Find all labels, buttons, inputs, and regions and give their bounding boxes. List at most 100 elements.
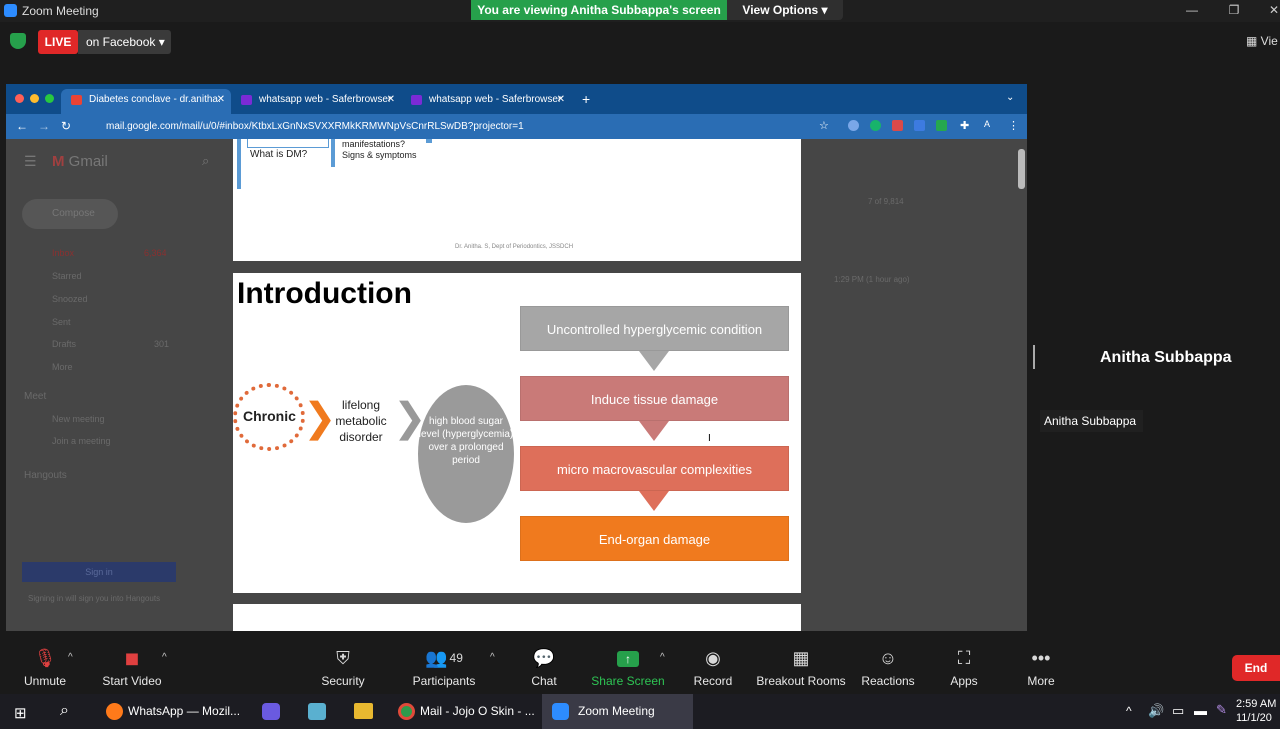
extension-icon[interactable] bbox=[936, 120, 947, 131]
record-button[interactable]: ◉ Record bbox=[668, 638, 758, 688]
audio-options-chevron-icon[interactable]: ^ bbox=[68, 652, 73, 663]
minimize-icon[interactable]: — bbox=[1172, 0, 1212, 20]
taskbar-label: Zoom Meeting bbox=[578, 704, 655, 718]
battery-icon[interactable]: ▬ bbox=[1194, 703, 1207, 718]
browser-tab[interactable]: whatsapp web - Saferbrowser ✕ bbox=[231, 89, 401, 114]
participants-button[interactable]: 👥 49 Participants bbox=[399, 638, 489, 688]
participants-options-chevron-icon[interactable]: ^ bbox=[490, 652, 495, 663]
taskbar-firefox[interactable]: WhatsApp — Mozil... bbox=[102, 694, 242, 729]
tab-search-chevron-icon[interactable]: ⌄ bbox=[1006, 92, 1014, 103]
reload-icon[interactable]: ↻ bbox=[61, 119, 71, 133]
new-tab-icon[interactable]: + bbox=[582, 91, 590, 107]
zoom-app-icon bbox=[4, 4, 17, 17]
live-platform-dropdown[interactable]: on Facebook ▾ bbox=[78, 30, 171, 54]
tab-label: Diabetes conclave - dr.anitha. bbox=[89, 94, 221, 105]
view-button[interactable]: ▦ Vie bbox=[1246, 34, 1278, 48]
extension-icon[interactable] bbox=[848, 120, 859, 131]
ellipsis-icon: ••• bbox=[1031, 648, 1051, 668]
share-screen-button[interactable]: ↑ Share Screen bbox=[583, 638, 673, 688]
security-button[interactable]: ⛨ Security bbox=[298, 638, 388, 688]
inbox-count: 6,364 bbox=[144, 248, 167, 258]
extension-icon[interactable] bbox=[914, 120, 925, 131]
search-icon[interactable]: ⌕ bbox=[202, 153, 209, 169]
compose-button[interactable]: Compose bbox=[22, 199, 118, 229]
nav-inbox[interactable]: Inbox bbox=[52, 248, 74, 258]
close-window-dot[interactable] bbox=[15, 94, 24, 103]
chat-bubble-icon: 💬 bbox=[532, 648, 556, 668]
video-options-chevron-icon[interactable]: ^ bbox=[162, 652, 167, 663]
view-options-button[interactable]: View Options ▾ bbox=[727, 0, 843, 20]
flow-step-4: End-organ damage bbox=[520, 516, 789, 561]
slide-next bbox=[233, 604, 801, 631]
grammarly-icon[interactable] bbox=[870, 120, 881, 131]
microphone-muted-icon: 🎙 bbox=[33, 648, 57, 668]
hamburger-icon[interactable]: ☰ bbox=[24, 153, 37, 170]
unmute-button[interactable]: 🎙 Unmute bbox=[0, 638, 90, 688]
tab-close-icon[interactable]: ✕ bbox=[387, 89, 395, 111]
file-explorer-icon[interactable] bbox=[354, 703, 373, 719]
live-badge[interactable]: LIVE bbox=[38, 30, 78, 54]
windows-start-icon[interactable]: ⊞ bbox=[14, 704, 27, 722]
browser-tab[interactable]: Diabetes conclave - dr.anitha. ✕ bbox=[61, 89, 231, 114]
tab-close-icon[interactable]: ✕ bbox=[557, 89, 565, 111]
clock-time: 2:59 AM bbox=[1236, 698, 1277, 710]
hangouts-signin-button[interactable]: Sign in bbox=[22, 562, 176, 582]
nav-drafts[interactable]: Drafts bbox=[52, 339, 76, 349]
flow-step-1: Uncontrolled hyperglycemic condition bbox=[520, 306, 789, 351]
shield-icon[interactable] bbox=[10, 33, 26, 49]
maximize-icon[interactable]: ❐ bbox=[1214, 0, 1254, 20]
taskbar-clock[interactable]: 2:59 AM 11/1/20 bbox=[1236, 697, 1280, 725]
profile-icon[interactable]: A bbox=[984, 119, 990, 129]
tab-close-icon[interactable]: ✕ bbox=[217, 89, 225, 111]
grid-icon: ▦ bbox=[1246, 34, 1261, 48]
zoom-icon bbox=[552, 703, 569, 720]
nav-more[interactable]: More bbox=[52, 362, 73, 372]
more-button[interactable]: ••• More bbox=[996, 638, 1086, 688]
scrollbar-thumb[interactable] bbox=[1018, 149, 1025, 189]
close-icon[interactable]: ✕ bbox=[1254, 0, 1280, 20]
nav-snoozed[interactable]: Snoozed bbox=[52, 294, 88, 304]
meet-header: Meet bbox=[24, 391, 47, 402]
kebab-menu-icon[interactable]: ⋮ bbox=[1008, 119, 1019, 132]
breakout-label: Breakout Rooms bbox=[756, 674, 846, 688]
gmail-logo: M Gmail bbox=[52, 153, 108, 170]
browser-tab[interactable]: whatsapp web - Saferbrowser ✕ bbox=[401, 89, 571, 114]
bookmark-star-icon[interactable]: ☆ bbox=[819, 119, 829, 132]
zoom-window-dot[interactable] bbox=[45, 94, 54, 103]
nav-starred[interactable]: Starred bbox=[52, 271, 82, 281]
pen-icon[interactable]: ✎ bbox=[1216, 702, 1227, 718]
tab-label: whatsapp web - Saferbrowser bbox=[259, 94, 392, 105]
new-meeting-link[interactable]: New meeting bbox=[52, 414, 105, 424]
extension-icon[interactable] bbox=[892, 120, 903, 131]
unmute-label: Unmute bbox=[23, 674, 67, 688]
nav-sent[interactable]: Sent bbox=[52, 317, 71, 327]
notes-app-icon[interactable] bbox=[308, 703, 326, 720]
url-field[interactable]: mail.google.com/mail/u/0/#inbox/KtbxLxGn… bbox=[86, 118, 866, 135]
chat-button[interactable]: 💬 Chat bbox=[499, 638, 589, 688]
chronic-label: Chronic bbox=[243, 408, 296, 424]
tool-app-icon[interactable] bbox=[262, 703, 280, 720]
panel-resize-handle[interactable] bbox=[1033, 345, 1035, 369]
taskbar-chrome[interactable]: Mail - Jojo O Skin - ... bbox=[394, 694, 538, 729]
join-meeting-link[interactable]: Join a meeting bbox=[52, 436, 111, 446]
shared-screen[interactable]: Diabetes conclave - dr.anitha. ✕ whatsap… bbox=[6, 84, 1027, 631]
end-meeting-button[interactable]: End bbox=[1232, 655, 1280, 681]
puzzle-icon[interactable]: ✚ bbox=[960, 119, 969, 132]
tray-chevron-up-icon[interactable]: ^ bbox=[1126, 704, 1132, 718]
network-icon[interactable]: ▭ bbox=[1172, 703, 1184, 719]
volume-icon[interactable]: 🔊 bbox=[1148, 703, 1164, 719]
taskbar-zoom[interactable]: Zoom Meeting bbox=[542, 694, 693, 729]
share-options-chevron-icon[interactable]: ^ bbox=[660, 652, 665, 663]
gmail-logo-text: Gmail bbox=[68, 153, 108, 170]
gmail-icon bbox=[71, 95, 82, 105]
forward-icon[interactable]: → bbox=[38, 119, 50, 133]
back-icon[interactable]: ← bbox=[16, 119, 28, 133]
participants-count: 49 bbox=[449, 651, 463, 665]
minimize-window-dot[interactable] bbox=[30, 94, 39, 103]
taskbar-label: WhatsApp — Mozil... bbox=[128, 704, 241, 718]
start-video-button[interactable]: ◼ Start Video bbox=[87, 638, 177, 688]
participants-icon: 👥 49 bbox=[425, 648, 463, 668]
breakout-rooms-button[interactable]: ▦ Breakout Rooms bbox=[752, 638, 850, 688]
tab-label: whatsapp web - Saferbrowser bbox=[429, 94, 562, 105]
search-icon[interactable]: ⌕ bbox=[60, 702, 69, 720]
